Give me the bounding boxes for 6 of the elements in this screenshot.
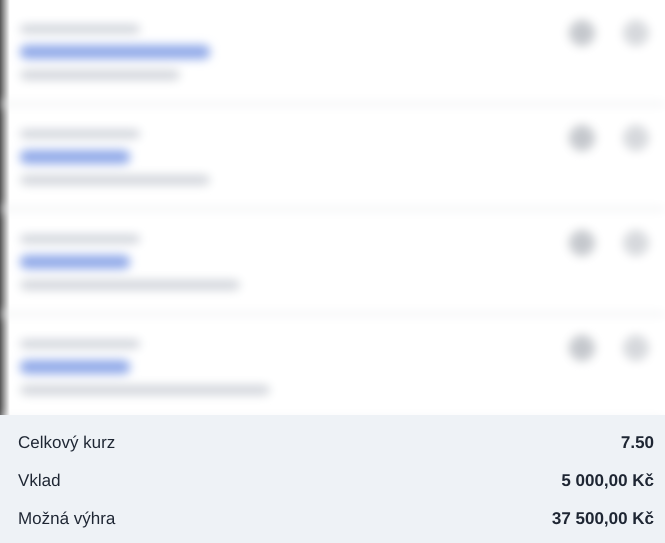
summary-label: Vklad <box>18 471 61 491</box>
summary-value: 5 000,00 Kč <box>561 471 654 491</box>
summary-value: 37 500,00 Kč <box>552 509 654 529</box>
summary-label: Možná výhra <box>18 509 116 529</box>
summary-label: Celkový kurz <box>18 433 116 453</box>
summary-value: 7.50 <box>620 433 654 453</box>
